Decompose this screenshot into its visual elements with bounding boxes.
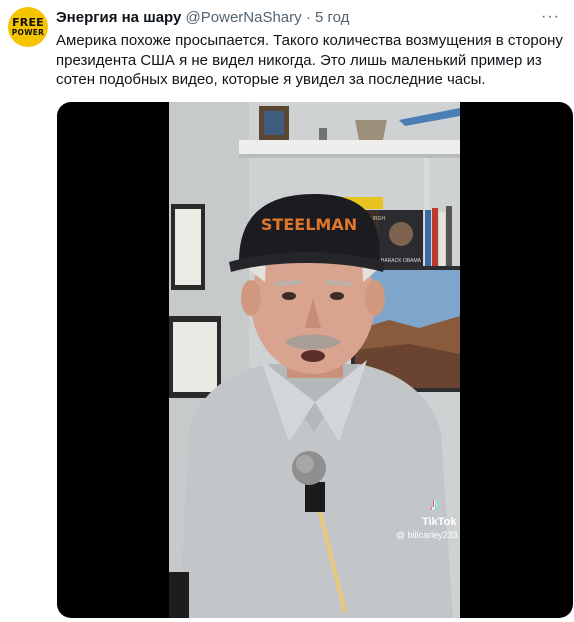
tiktok-logo-icon: ♪ (430, 494, 439, 514)
book-spine (425, 210, 431, 268)
trophy-bowl (355, 120, 387, 140)
avatar-text-line2: POWER (11, 28, 45, 38)
picture-mat (173, 322, 217, 392)
eye-right (330, 292, 344, 300)
tweet-text: Америка похоже просыпается. Такого колич… (56, 32, 563, 88)
mic-windscreen-highlight (296, 455, 314, 473)
shelf-shadow (239, 154, 460, 158)
picture-mat (175, 209, 201, 285)
book-spine (446, 206, 452, 268)
video-still: BARACK OBAMA DAVID GREENBURGH (169, 102, 460, 618)
book-title: BARACK OBAMA (381, 258, 422, 264)
book-spine (432, 208, 438, 268)
tweet-timestamp[interactable]: 5 год (315, 9, 349, 26)
author-handle[interactable]: @PowerNaShary (186, 9, 302, 26)
tiktok-watermark-brand: TikTok (422, 516, 457, 528)
author-display-name[interactable]: Энергия на шару (56, 9, 181, 26)
video-frame: BARACK OBAMA DAVID GREENBURGH (169, 102, 460, 618)
photo (264, 111, 284, 135)
eyebrow-right (324, 280, 352, 286)
cap-text: STEELMAN (261, 215, 357, 234)
tweet-header: Энергия на шару @PowerNaShary · 5 год (56, 9, 534, 26)
tiktok-watermark-user: @ billcarley233 (396, 530, 458, 540)
eye-left (282, 292, 296, 300)
foreground-object (169, 572, 189, 618)
mouth (301, 350, 325, 362)
eyebrow-left (274, 280, 302, 286)
avatar-text-line1: FREE (12, 16, 44, 30)
header-separator: · (305, 9, 311, 26)
figurine (319, 128, 327, 140)
ear-left (241, 280, 261, 316)
author-avatar[interactable]: FREE POWER (8, 7, 48, 47)
mic-clip (305, 482, 325, 512)
shelf (239, 140, 460, 154)
obama-portrait (389, 222, 413, 246)
ear-right (365, 280, 385, 316)
video-player[interactable]: BARACK OBAMA DAVID GREENBURGH (57, 102, 573, 618)
book-spine (439, 212, 445, 268)
more-horizontal-icon[interactable]: ··· (541, 8, 560, 26)
